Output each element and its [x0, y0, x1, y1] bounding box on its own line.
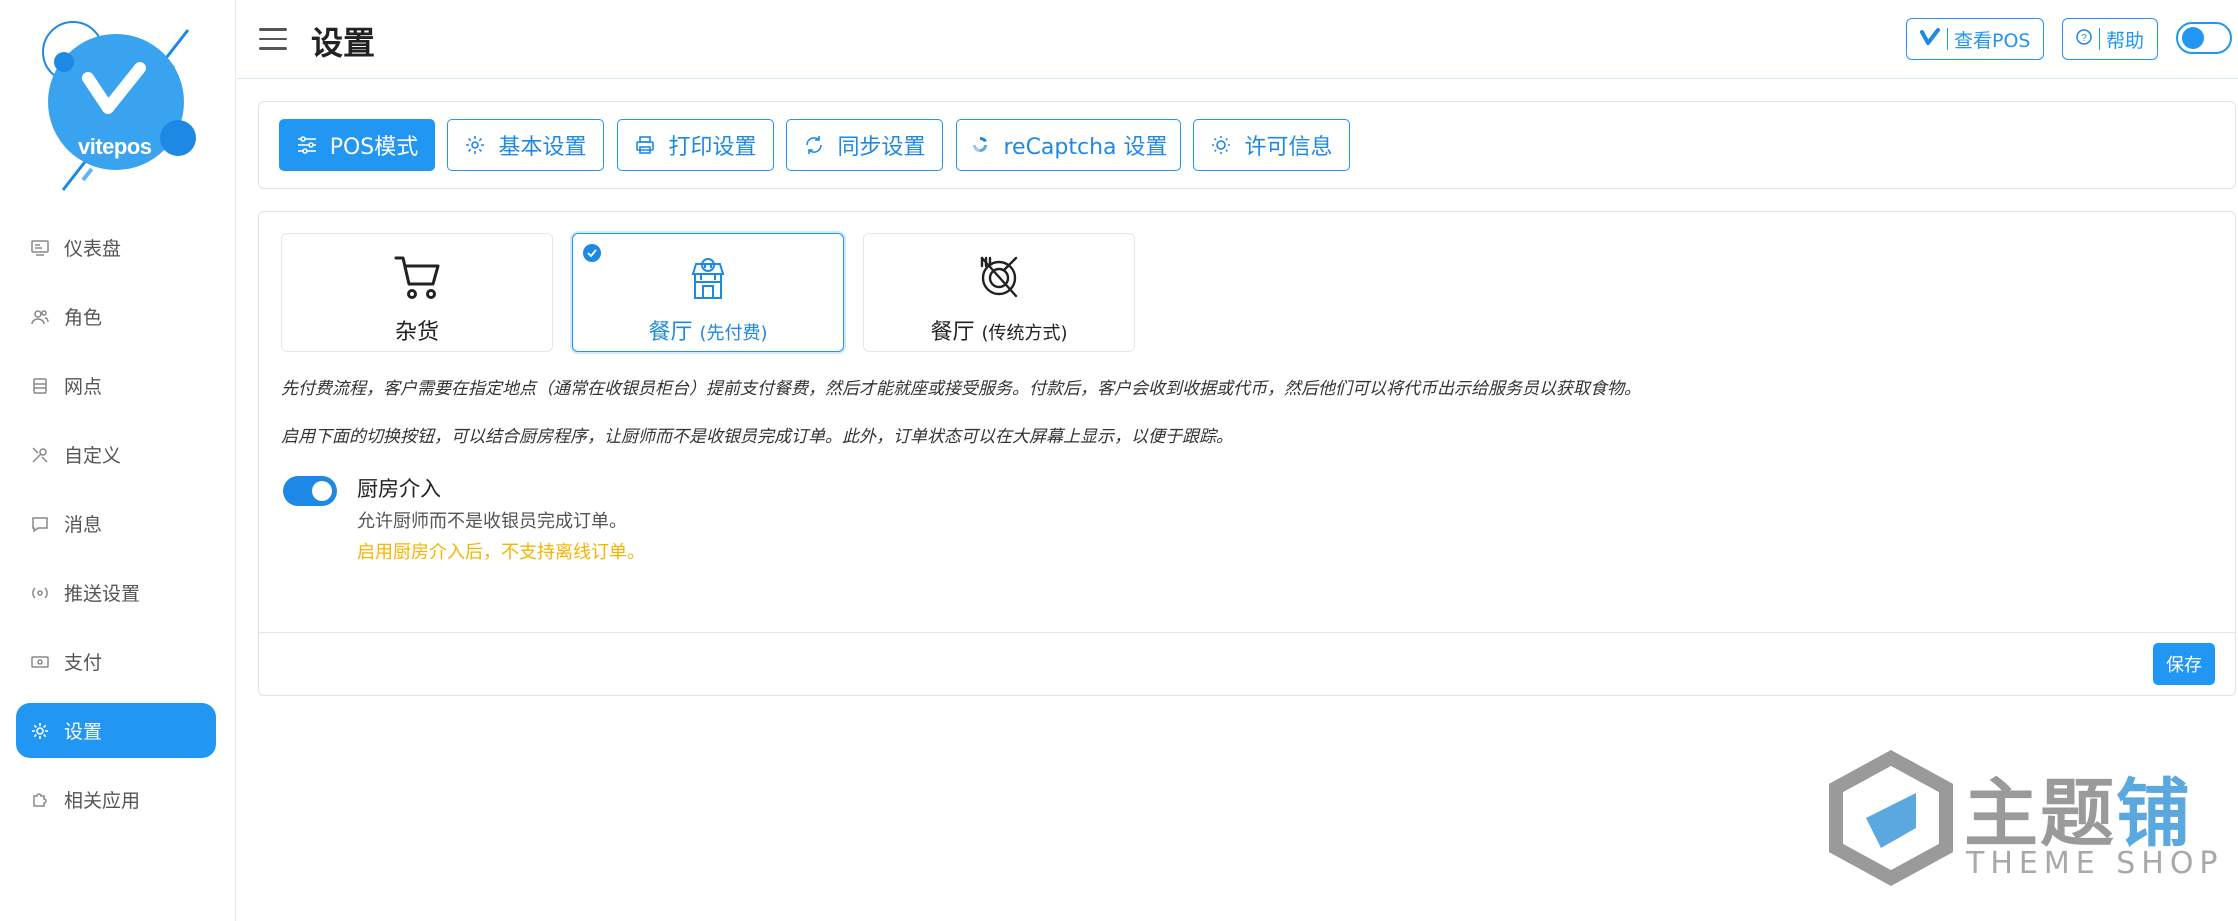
menu-toggle-icon[interactable]	[259, 28, 287, 50]
sidebar-item-label: 推送设置	[64, 583, 141, 605]
mode-restaurant-prepaid[interactable]: 餐厅 (先付费)	[572, 233, 844, 352]
view-pos-label: 查看POS	[1954, 29, 2031, 52]
gear-icon	[466, 136, 485, 154]
sidebar-item-related-apps[interactable]: 相关应用	[16, 772, 216, 827]
save-button[interactable]: 保存	[2153, 643, 2215, 685]
users-icon	[30, 307, 50, 327]
sidebar: vitepos 仪表盘 角色 网点 自定义 消息 推送设置 支付 设置 相关应用	[0, 0, 236, 921]
mode-label: 餐厅 (先付费)	[648, 320, 768, 345]
sidebar-item-label: 相关应用	[64, 790, 141, 812]
prepaid-description: 先付费流程，客户需要在指定地点（通常在收银员柜台）提前支付餐费，然后才能就座或接…	[281, 379, 1641, 399]
kitchen-intervention-toggle[interactable]	[283, 476, 337, 506]
payment-icon	[30, 652, 50, 672]
page-title: 设置	[311, 24, 376, 62]
theme-shop-watermark: 主题铺 THEME SHOP	[1826, 748, 2226, 898]
kitchen-description: 启用下面的切换按钮，可以结合厨房程序，让厨师而不是收银员完成订单。此外，订单状态…	[281, 427, 1233, 447]
sidebar-item-payment[interactable]: 支付	[16, 634, 216, 689]
vitepos-logo[interactable]: vitepos	[28, 10, 208, 200]
dining-icon	[864, 250, 1134, 304]
tab-label: 许可信息	[1244, 135, 1333, 160]
tab-license-info[interactable]: 许可信息	[1193, 119, 1350, 171]
watermark-en: THEME SHOP	[1966, 846, 2224, 881]
sidebar-item-label: 自定义	[64, 445, 122, 467]
gear-icon	[30, 721, 50, 741]
sidebar-item-messages[interactable]: 消息	[16, 496, 216, 551]
sidebar-item-label: 设置	[64, 721, 103, 743]
sidebar-item-settings[interactable]: 设置	[16, 703, 216, 758]
top-header: 设置 查看POS ? 帮助	[237, 0, 2238, 79]
sync-icon	[806, 136, 823, 154]
sidebar-item-outlets[interactable]: 网点	[16, 358, 216, 413]
store-icon	[30, 376, 50, 396]
cart-icon	[282, 250, 552, 304]
mode-label: 杂货	[394, 320, 439, 345]
app: vitepos 仪表盘 角色 网点 自定义 消息 推送设置 支付 设置 相关应用…	[0, 0, 2238, 921]
kitchen-toggle-warning: 启用厨房介入后，不支持离线订单。	[357, 542, 645, 563]
vitepos-check-icon	[1919, 26, 1941, 53]
kitchen-toggle-title: 厨房介入	[357, 477, 441, 501]
help-label: 帮助	[2106, 29, 2145, 52]
logo-text: vitepos	[78, 134, 152, 159]
svg-text:?: ?	[2081, 33, 2087, 44]
settings-tabs: POS模式 基本设置 打印设置 同步设置 reCaptcha 设置 许可信息	[258, 101, 2236, 189]
watermark-cn: 主题铺	[1964, 771, 2192, 857]
sidebar-item-label: 角色	[64, 307, 103, 329]
sidebar-item-dashboard[interactable]: 仪表盘	[16, 220, 216, 275]
tab-label: 打印设置	[668, 135, 757, 160]
restaurant-icon	[573, 250, 843, 304]
pos-mode-panel: 杂货 餐厅 (先付费) 餐厅 (传统方式) 先付费流程，客户需要在指定地点（通常…	[258, 211, 2236, 696]
sun-icon	[1212, 136, 1231, 154]
message-icon	[30, 514, 50, 534]
tab-sync-settings[interactable]: 同步设置	[786, 119, 943, 171]
sidebar-item-push-settings[interactable]: 推送设置	[16, 565, 216, 620]
theme-toggle[interactable]	[2176, 22, 2232, 54]
sidebar-item-label: 支付	[64, 652, 103, 674]
mode-label: 餐厅 (传统方式)	[930, 320, 1068, 345]
tab-recaptcha-settings[interactable]: reCaptcha 设置	[956, 119, 1181, 171]
tab-print-settings[interactable]: 打印设置	[617, 119, 774, 171]
tab-label: 基本设置	[498, 135, 587, 160]
sidebar-item-label: 消息	[64, 514, 103, 536]
broadcast-icon	[30, 583, 50, 603]
help-button[interactable]: ? 帮助	[2062, 18, 2158, 60]
moon-icon	[2182, 27, 2204, 49]
mode-restaurant-traditional[interactable]: 餐厅 (传统方式)	[863, 233, 1135, 352]
help-icon: ?	[2075, 28, 2093, 51]
puzzle-icon	[30, 790, 50, 810]
mode-grocery[interactable]: 杂货	[281, 233, 553, 352]
tab-label: 同步设置	[837, 135, 926, 160]
tab-pos-mode[interactable]: POS模式	[279, 119, 435, 171]
tab-basic-settings[interactable]: 基本设置	[447, 119, 604, 171]
kitchen-toggle-subtitle: 允许厨师而不是收银员完成订单。	[357, 511, 627, 532]
tools-icon	[30, 445, 50, 465]
sidebar-nav: 仪表盘 角色 网点 自定义 消息 推送设置 支付 设置 相关应用	[16, 220, 216, 841]
dashboard-icon	[30, 238, 50, 258]
sidebar-item-customize[interactable]: 自定义	[16, 427, 216, 482]
sidebar-item-roles[interactable]: 角色	[16, 289, 216, 344]
divider	[259, 632, 2235, 633]
sliders-icon	[297, 136, 316, 154]
sidebar-item-label: 仪表盘	[64, 238, 122, 260]
view-pos-button[interactable]: 查看POS	[1906, 18, 2044, 60]
watermark-logo-icon	[1829, 750, 1953, 886]
recaptcha-icon	[973, 136, 988, 152]
tab-label: POS模式	[329, 135, 419, 160]
printer-icon	[636, 136, 655, 154]
tab-label: reCaptcha 设置	[1003, 135, 1168, 160]
sidebar-item-label: 网点	[64, 376, 103, 398]
